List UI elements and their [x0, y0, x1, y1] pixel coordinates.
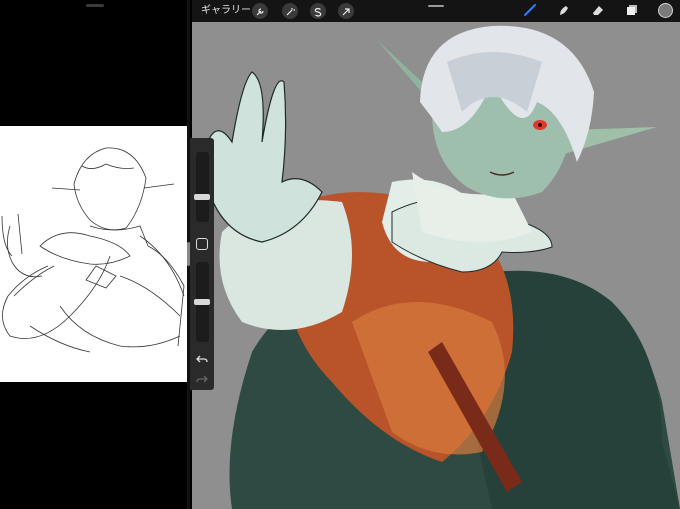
- brush-icon: [523, 2, 537, 21]
- gallery-button[interactable]: ギャラリー: [201, 3, 251, 19]
- smudge-tool[interactable]: [556, 3, 572, 19]
- magic-wand-icon: [285, 2, 295, 21]
- selection-s-icon: [313, 2, 323, 21]
- line-art-sketch: [1, 147, 185, 353]
- toolbar-grabber[interactable]: [428, 5, 444, 7]
- undo-icon: [196, 350, 208, 369]
- redo-button[interactable]: [195, 372, 209, 386]
- layers-button[interactable]: [624, 3, 640, 19]
- redo-icon: [196, 370, 208, 389]
- transform-arrow-icon: [341, 2, 351, 21]
- brush-tool[interactable]: [522, 3, 538, 19]
- pane-grabber[interactable]: [86, 4, 104, 7]
- transform-button[interactable]: [338, 3, 354, 19]
- wrench-icon: [255, 2, 265, 21]
- painting-artwork: [201, 25, 680, 509]
- adjustments-button[interactable]: [282, 3, 298, 19]
- drawing-canvas[interactable]: [192, 22, 680, 509]
- selection-button[interactable]: [310, 3, 326, 19]
- layers-icon: [625, 2, 639, 21]
- reference-pane: [0, 0, 192, 509]
- modify-button[interactable]: [196, 238, 208, 250]
- smudge-icon: [557, 2, 571, 21]
- opacity-knob[interactable]: [194, 299, 210, 305]
- reference-sketch: [0, 126, 188, 382]
- tool-sidebar: [190, 138, 214, 390]
- brush-size-slider[interactable]: [196, 152, 209, 222]
- brush-size-knob[interactable]: [194, 193, 210, 200]
- actions-button[interactable]: [252, 3, 268, 19]
- eraser-icon: [591, 2, 605, 21]
- undo-button[interactable]: [195, 352, 209, 366]
- top-toolbar: ギャラリー: [192, 0, 680, 22]
- eraser-tool[interactable]: [590, 3, 606, 19]
- color-picker-button[interactable]: [658, 3, 673, 18]
